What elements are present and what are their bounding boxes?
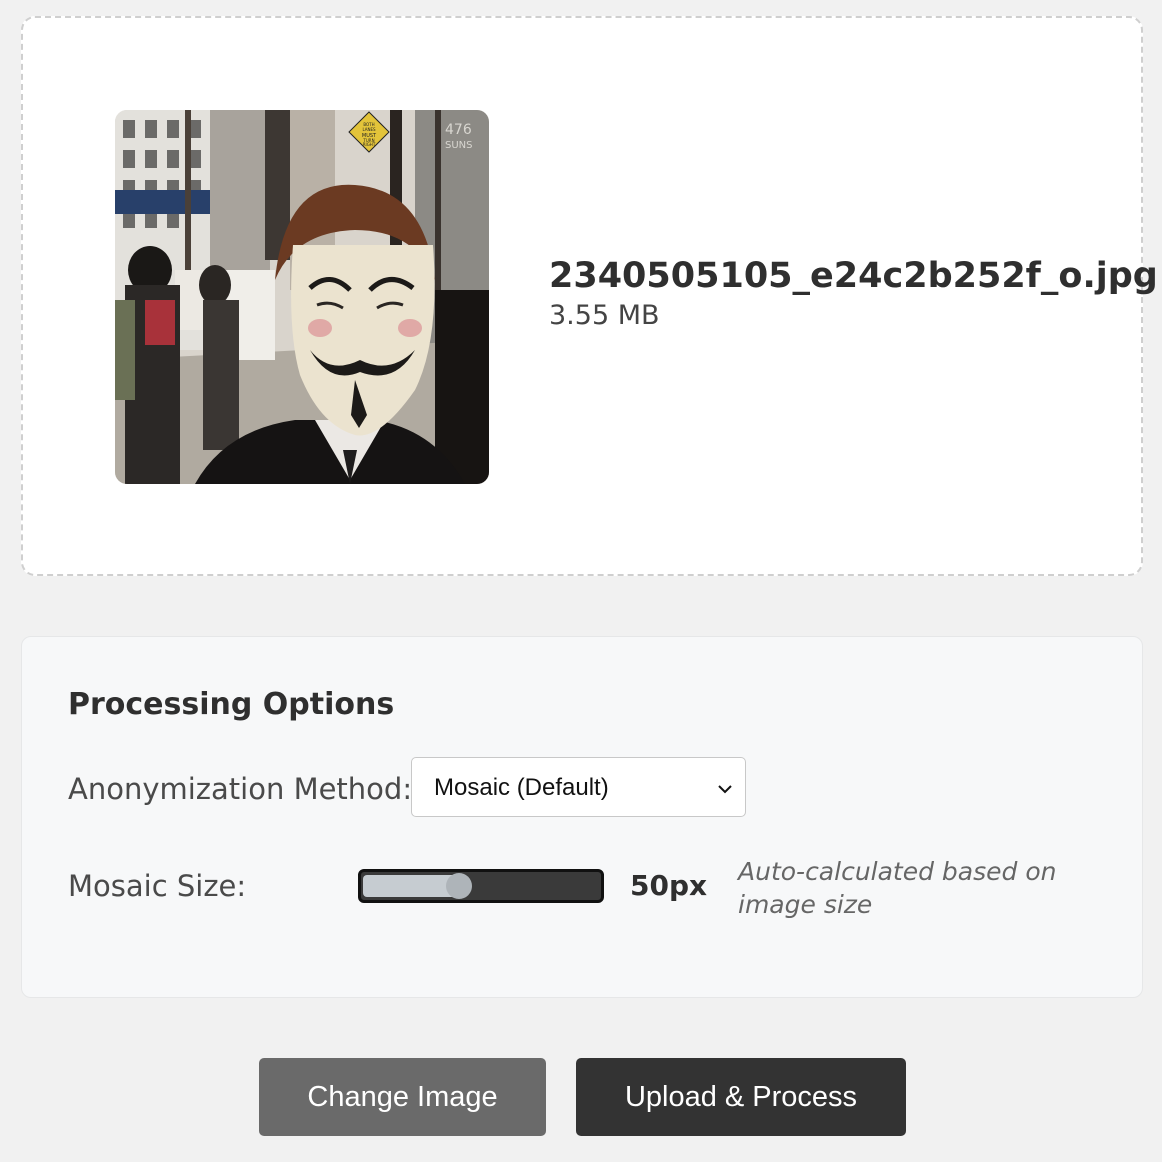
slider-thumb[interactable] (446, 873, 472, 899)
selected-method: Mosaic (Default) (434, 774, 609, 801)
mosaic-size-hint: Auto-calculated based on image size (738, 857, 1057, 919)
file-name: 2340505105_e24c2b252f_o.jpg (549, 256, 1158, 296)
road-sign-line-2: LANES (362, 127, 376, 132)
anonymization-method-label: Anonymization Method: (68, 772, 413, 806)
building-sign-text: SUNS (445, 140, 473, 151)
processing-options-panel: Processing Options Anonymization Method:… (21, 636, 1143, 998)
image-drop-zone[interactable]: 476 SUNS BOTH LANES MUST TURN RIGHT 2340… (21, 16, 1158, 576)
options-title: Processing Options (68, 687, 395, 722)
file-size: 3.55 MB (549, 300, 660, 331)
anonymization-method-select[interactable]: Mosaic (Default) (411, 757, 746, 817)
road-sign-line-5: RIGHT (363, 142, 376, 147)
building-number-text: 476 (445, 122, 472, 138)
change-image-button[interactable]: Change Image (259, 1058, 546, 1136)
mosaic-size-label: Mosaic Size: (68, 869, 247, 903)
image-preview: 476 SUNS BOTH LANES MUST TURN RIGHT (115, 110, 489, 484)
upload-process-button[interactable]: Upload & Process (576, 1058, 906, 1136)
chevron-down-icon (717, 780, 733, 799)
mosaic-size-value: 50px (630, 869, 708, 902)
file-info: 2340505105_e24c2b252f_o.jpg 3.55 MB (549, 256, 1158, 331)
mosaic-size-slider[interactable] (358, 869, 604, 903)
